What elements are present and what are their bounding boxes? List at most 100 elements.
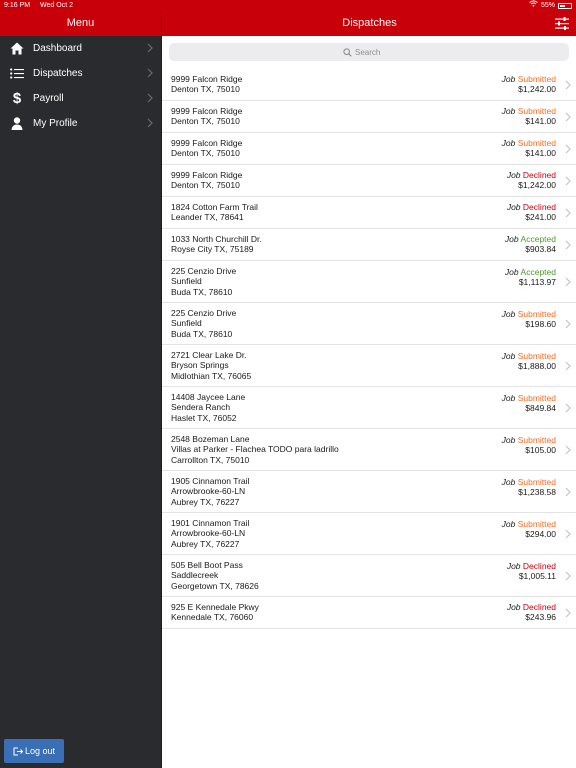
main-panel: Dispatches 9999 Falcon RidgeDenton TX, 7… bbox=[161, 0, 576, 768]
logout-button[interactable]: Log out bbox=[4, 739, 64, 763]
dollar-icon: $ bbox=[12, 90, 22, 107]
status-badge: Accepted bbox=[520, 266, 556, 277]
dispatch-row[interactable]: 2721 Clear Lake Dr. Bryson Springs Midloth… bbox=[162, 345, 576, 387]
job-label: Job bbox=[501, 434, 516, 445]
address-line: 1033 North Churchill Dr. bbox=[171, 234, 262, 244]
dispatch-row[interactable]: 925 E Kennedale Pkwy Kennedale TX, 76060 J… bbox=[162, 597, 576, 629]
main-header: Dispatches bbox=[162, 11, 576, 36]
status-badge: Declined bbox=[522, 202, 556, 212]
dispatch-address: 1033 North Churchill Dr. Royse City TX, 7… bbox=[171, 234, 262, 255]
chevron-right-icon bbox=[147, 68, 153, 78]
status-bar: 9:16 PM Wed Oct 2 55% bbox=[0, 0, 576, 11]
chevron-right-icon bbox=[565, 403, 571, 413]
chevron-right-icon bbox=[565, 608, 571, 618]
dispatch-address: 1824 Cotton Farm Trail Leander TX, 78641 bbox=[171, 202, 258, 223]
dispatch-amount: $1,888.00 bbox=[518, 360, 556, 371]
dispatch-status: Job Submitted $141.00 bbox=[502, 106, 556, 127]
dispatch-status: Job Submitted $141.00 bbox=[502, 138, 556, 159]
dispatch-status: Job Submitted $1,242.00 bbox=[502, 74, 556, 95]
sidebar-item-label: Dashboard bbox=[33, 43, 82, 54]
dispatch-status: Job Submitted $1,238.58 bbox=[502, 477, 556, 498]
chevron-right-icon bbox=[565, 144, 571, 154]
status-badge: Submitted bbox=[517, 392, 556, 403]
address-line: 2548 Bozeman Lane bbox=[171, 434, 250, 444]
sidebar-item-label: Dispatches bbox=[33, 68, 83, 79]
dispatch-row[interactable]: 505 Bell Boot Pass Saddlecreek Georgetown … bbox=[162, 555, 576, 597]
dispatch-address: 9999 Falcon Ridge Denton TX, 75010 bbox=[171, 170, 242, 191]
address-line: Denton TX, 75010 bbox=[171, 84, 240, 95]
person-icon bbox=[9, 116, 25, 132]
status-date: Wed Oct 2 bbox=[40, 2, 73, 9]
address-line: Sunfield bbox=[171, 318, 202, 329]
dispatch-amount: $1,238.58 bbox=[518, 486, 556, 497]
address-line: Kennedale TX, 76060 bbox=[171, 612, 254, 623]
logout-icon bbox=[13, 747, 23, 755]
sidebar-item-payroll[interactable]: $ Payroll bbox=[0, 86, 161, 111]
search-input[interactable] bbox=[355, 47, 395, 57]
address-line: Sunfield bbox=[171, 276, 202, 287]
dispatch-amount: $849.84 bbox=[525, 402, 556, 413]
status-badge: Submitted bbox=[517, 138, 556, 148]
address-line: Buda TX, 78610 bbox=[171, 328, 233, 339]
status-time: 9:16 PM bbox=[4, 2, 31, 9]
address-line: 2721 Clear Lake Dr. bbox=[171, 350, 247, 360]
address-line: Denton TX, 75010 bbox=[171, 116, 240, 127]
search-field[interactable] bbox=[169, 43, 569, 61]
address-line: Denton TX, 75010 bbox=[171, 180, 240, 191]
dispatch-address: 9999 Falcon Ridge Denton TX, 75010 bbox=[171, 74, 242, 95]
dispatch-row[interactable]: 14408 Jaycee Lane Sendera Ranch Haslet TX,… bbox=[162, 387, 576, 429]
dispatch-row[interactable]: 1905 Cinnamon Trail Arrowbrooke-60-LN Aubr… bbox=[162, 471, 576, 513]
address-line: 225 Cenzio Drive bbox=[171, 308, 237, 318]
status-badge: Submitted bbox=[517, 74, 556, 84]
address-line: Carrollton TX, 75010 bbox=[171, 454, 250, 465]
dispatch-row[interactable]: 9999 Falcon Ridge Denton TX, 75010 Job Sub… bbox=[162, 101, 576, 133]
dispatch-row[interactable]: 225 Cenzio Drive Sunfield Buda TX, 78610 Jo… bbox=[162, 303, 576, 345]
dispatch-row[interactable]: 2548 Bozeman Lane Villas at Parker - Flac… bbox=[162, 429, 576, 471]
dispatch-status: Job Declined $1,005.11 bbox=[507, 561, 556, 582]
chevron-right-icon bbox=[565, 112, 571, 122]
dispatch-status: Job Declined $243.96 bbox=[507, 602, 556, 623]
address-line: Aubrey TX, 76227 bbox=[171, 538, 240, 549]
dispatch-status: Job Accepted $903.84 bbox=[505, 234, 556, 255]
dispatch-row[interactable]: 225 Cenzio Drive Sunfield Buda TX, 78610 Jo… bbox=[162, 261, 576, 303]
status-badge: Accepted bbox=[520, 234, 556, 244]
chevron-right-icon bbox=[147, 93, 153, 103]
dispatch-list: 9999 Falcon Ridge Denton TX, 75010 Job Sub… bbox=[162, 69, 576, 629]
address-line: Royse City TX, 75189 bbox=[171, 244, 254, 255]
dispatch-amount: $198.60 bbox=[525, 318, 556, 329]
sidebar-item-dispatches[interactable]: Dispatches bbox=[0, 61, 161, 86]
dispatch-row[interactable]: 1033 North Churchill Dr. Royse City TX, 7… bbox=[162, 229, 576, 261]
chevron-right-icon bbox=[565, 176, 571, 186]
search-icon bbox=[343, 47, 352, 57]
dispatch-row[interactable]: 9999 Falcon Ridge Denton TX, 75010 Job Sub… bbox=[162, 69, 576, 101]
address-line: 9999 Falcon Ridge bbox=[171, 138, 243, 148]
dispatch-row[interactable]: 1901 Cinnamon Trail Arrowbrooke-60-LN Aubr… bbox=[162, 513, 576, 555]
dispatch-status: Job Declined $1,242.00 bbox=[507, 170, 556, 191]
sidebar-item-my-profile[interactable]: My Profile bbox=[0, 111, 161, 136]
chevron-right-icon bbox=[565, 80, 571, 90]
dispatch-row[interactable]: 9999 Falcon Ridge Denton TX, 75010 Job Dec… bbox=[162, 165, 576, 197]
dispatch-amount: $243.96 bbox=[525, 612, 556, 623]
dispatch-address: 9999 Falcon Ridge Denton TX, 75010 bbox=[171, 138, 242, 159]
status-badge: Submitted bbox=[517, 308, 556, 319]
status-badge: Submitted bbox=[517, 476, 556, 487]
dispatch-amount: $294.00 bbox=[525, 528, 556, 539]
dispatch-row[interactable]: 1824 Cotton Farm Trail Leander TX, 78641 J… bbox=[162, 197, 576, 229]
search-bar bbox=[162, 36, 576, 68]
job-label: Job bbox=[504, 266, 519, 277]
address-line: Denton TX, 75010 bbox=[171, 148, 240, 159]
dispatch-amount: $141.00 bbox=[525, 148, 556, 159]
battery-icon bbox=[558, 2, 572, 9]
address-line: Buda TX, 78610 bbox=[171, 286, 233, 297]
sidebar-item-dashboard[interactable]: Dashboard bbox=[0, 36, 161, 61]
dispatch-address: 2548 Bozeman Lane Villas at Parker - Flac… bbox=[171, 434, 339, 465]
chevron-right-icon bbox=[565, 487, 571, 497]
dispatch-amount: $1,242.00 bbox=[518, 84, 556, 95]
address-line: Leander TX, 78641 bbox=[171, 212, 244, 223]
dispatch-row[interactable]: 9999 Falcon Ridge Denton TX, 75010 Job Sub… bbox=[162, 133, 576, 165]
chevron-right-icon bbox=[565, 277, 571, 287]
address-line: 9999 Falcon Ridge bbox=[171, 106, 243, 116]
dispatch-address: 2721 Clear Lake Dr. Bryson Springs Midloth… bbox=[171, 350, 251, 381]
filter-sliders-icon[interactable] bbox=[555, 17, 569, 30]
job-label: Job bbox=[506, 560, 521, 571]
